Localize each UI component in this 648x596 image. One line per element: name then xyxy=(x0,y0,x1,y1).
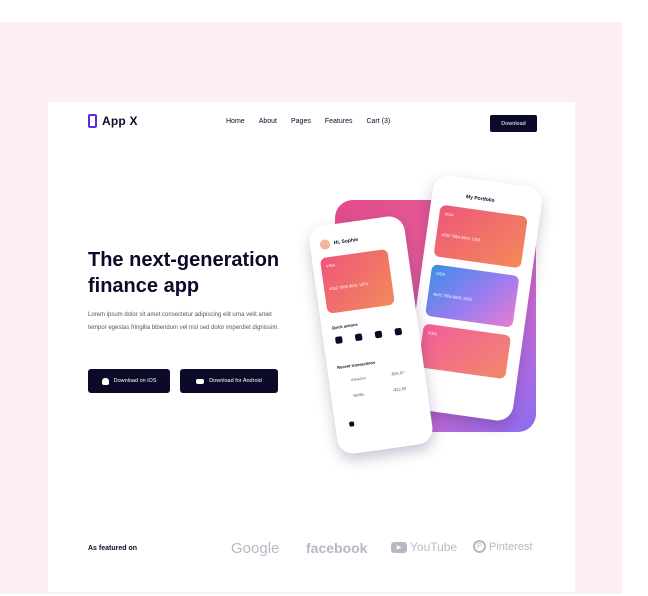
receive-icon xyxy=(354,333,363,342)
google-logo: Google xyxy=(231,540,280,557)
android-icon xyxy=(196,378,205,384)
landing-page: App X Home About Pages Features Cart (3)… xyxy=(48,102,575,592)
facebook-logo: facebook xyxy=(306,540,368,556)
transaction-item-2: Netflix xyxy=(352,391,365,399)
pinterest-icon: P xyxy=(473,540,486,553)
nav-home[interactable]: Home xyxy=(226,118,245,125)
nav-pages[interactable]: Pages xyxy=(291,118,311,125)
download-android-button[interactable]: Download for Android xyxy=(180,369,278,393)
ios-button-label: Download on iOS xyxy=(113,378,157,384)
logo-text: App X xyxy=(102,114,138,128)
back-card-blue: VISA 4532 7854 9641 1253 xyxy=(425,264,520,328)
phone-logo-icon xyxy=(88,114,97,128)
nav-features[interactable]: Features xyxy=(325,118,353,125)
card-brand-label-2: VISA xyxy=(435,270,446,277)
front-card-brand: VISA xyxy=(325,262,336,269)
download-ios-button[interactable]: Download on iOS xyxy=(88,369,170,393)
pay-icon xyxy=(374,330,383,339)
send-icon xyxy=(334,336,343,344)
transaction-amount-1: -$25.87 xyxy=(390,369,405,377)
quick-actions-label: Quick actions xyxy=(331,321,358,331)
back-card-pink: VISA xyxy=(417,323,512,380)
logo[interactable]: App X xyxy=(88,114,138,128)
card-brand-label-3: VISA xyxy=(427,330,438,337)
card-brand-label: VISA xyxy=(444,211,454,218)
youtube-logo: ▶ YouTube xyxy=(391,540,457,554)
youtube-play-icon: ▶ xyxy=(391,541,407,553)
transaction-item-1: Amazon xyxy=(350,375,366,383)
apple-icon xyxy=(101,377,109,385)
back-phone-title: My Portfolio xyxy=(465,194,496,205)
pinterest-logo: P Pinterest xyxy=(473,540,532,553)
bank-icon xyxy=(394,327,403,336)
hero-description: Lorem ipsum dolor sit amet consectetur a… xyxy=(88,312,280,331)
recent-transactions-label: Recent transactions xyxy=(336,359,376,370)
youtube-logo-text: YouTube xyxy=(410,540,458,554)
android-button-label: Download for Android xyxy=(209,378,262,384)
featured-label: As featured on xyxy=(88,545,138,552)
transaction-amount-2: -$12.60 xyxy=(392,385,407,393)
front-card: VISA 4532 7854 9641 1253 xyxy=(319,248,395,314)
front-phone-greeting: Hi, Sophie xyxy=(333,236,359,247)
hero-title: The next-generation finance app xyxy=(88,249,280,297)
front-card-number: 4532 7854 9641 1253 xyxy=(328,280,369,292)
avatar xyxy=(319,238,331,251)
phone-mockup: My Portfolio VISA 4532 7854 9641 1253 VI… xyxy=(307,173,544,456)
card-number: 4532 7854 9641 1253 xyxy=(441,232,481,243)
back-card-red: VISA 4532 7854 9641 1253 xyxy=(433,204,528,269)
card-number-2: 4532 7854 9641 1253 xyxy=(432,291,473,302)
main-nav: Home About Pages Features Cart (3) xyxy=(226,118,390,125)
header-download-button[interactable]: Download xyxy=(490,115,537,132)
home-tab-icon xyxy=(348,421,355,427)
nav-cart[interactable]: Cart (3) xyxy=(366,118,390,125)
nav-about[interactable]: About xyxy=(259,118,277,125)
pinterest-logo-text: Pinterest xyxy=(489,540,533,553)
